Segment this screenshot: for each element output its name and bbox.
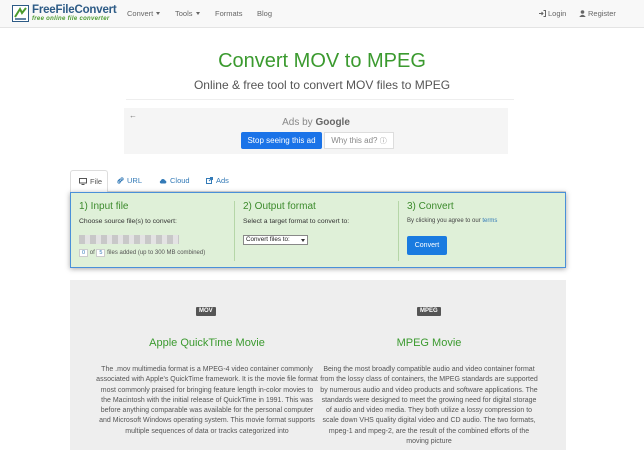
source-format-description: The .mov multimedia format is a MPEG-4 v… — [96, 366, 318, 435]
why-this-ad-button[interactable]: Why this ad? ⓘ — [324, 132, 394, 149]
step-input-text: Choose source file(s) to convert: — [79, 218, 177, 225]
step-divider — [234, 201, 235, 261]
nav-blog[interactable]: Blog — [257, 9, 272, 18]
info-icon: ⓘ — [379, 138, 387, 145]
files-added-status: 0 of 5 files added (up to 300 MB combine… — [79, 249, 205, 257]
source-format-title: Apple QuickTime Movie — [149, 337, 265, 349]
file-input[interactable] — [79, 235, 179, 244]
nav-login[interactable]: Login — [539, 9, 566, 18]
nav-tools[interactable]: Tools — [175, 9, 200, 18]
files-added-text: files added (up to 300 MB combined) — [107, 250, 206, 256]
formats-section: MOV Apple QuickTime Movie The .mov multi… — [70, 280, 566, 450]
step-input-title: 1) Input file — [79, 201, 129, 212]
logo-subtitle: free online file converter — [32, 16, 110, 22]
monitor-icon — [79, 178, 87, 185]
user-icon — [579, 10, 586, 17]
external-link-icon — [206, 177, 213, 184]
ads-by-google: Ads by Google — [124, 117, 508, 128]
tab-file[interactable]: File — [70, 170, 108, 193]
navbar: FreeFileConvert free online file convert… — [0, 0, 644, 28]
logo[interactable]: FreeFileConvert free online file convert… — [12, 4, 127, 24]
logo-icon — [12, 5, 29, 22]
divider — [126, 99, 514, 100]
step-output-text: Select a target format to convert to: — [243, 218, 350, 225]
cloud-icon — [159, 178, 167, 184]
files-of: of — [89, 250, 95, 256]
link-icon — [117, 177, 124, 184]
step-convert-title: 3) Convert — [407, 201, 454, 212]
step-output: 2) Output format Select a target format … — [243, 201, 393, 263]
ads-by-label: Ads by — [282, 117, 313, 128]
chevron-down-icon — [301, 239, 305, 242]
converter-panel: 1) Input file Choose source file(s) to c… — [70, 192, 566, 268]
files-count: 0 — [79, 249, 89, 257]
nav-register[interactable]: Register — [579, 9, 616, 18]
tab-cloud-label: Cloud — [170, 176, 190, 185]
ad-banner: ← Ads by Google Stop seeing this ad Why … — [124, 108, 508, 154]
why-this-ad-label: Why this ad? — [331, 136, 378, 145]
target-format-badge: MPEG — [417, 307, 441, 316]
step-output-title: 2) Output format — [243, 201, 316, 212]
convert-button[interactable]: Convert — [407, 236, 447, 255]
page-title: Convert MOV to MPEG — [218, 50, 426, 72]
target-format-title: MPEG Movie — [396, 337, 462, 349]
chevron-down-icon — [156, 12, 161, 15]
google-label: Google — [315, 117, 350, 128]
agree-text: By clicking you agree to our terms — [407, 218, 557, 224]
tab-cloud[interactable]: Cloud — [159, 170, 190, 192]
step-divider — [398, 201, 399, 261]
terms-link[interactable]: terms — [482, 218, 497, 224]
nav-tools-label: Tools — [175, 9, 193, 18]
output-format-select[interactable]: Convert files to: — [243, 235, 308, 245]
logo-title: FreeFileConvert — [32, 4, 117, 16]
tab-url-label: URL — [127, 176, 143, 185]
nav-convert[interactable]: Convert — [127, 9, 161, 18]
stop-seeing-ad-button[interactable]: Stop seeing this ad — [241, 132, 322, 149]
tab-url[interactable]: URL — [117, 170, 142, 192]
step-input: 1) Input file Choose source file(s) to c… — [79, 201, 229, 263]
nav-register-label: Register — [588, 9, 616, 18]
page-subtitle: Online & free tool to convert MOV files … — [193, 78, 451, 92]
tab-file-label: File — [90, 177, 103, 186]
files-max: 5 — [96, 249, 106, 257]
agree-label: By clicking you agree to our — [407, 218, 481, 224]
input-tabs: File URL Cloud Ads — [70, 170, 566, 193]
step-convert: 3) Convert By clicking you agree to our … — [407, 201, 557, 263]
tab-ads-label: Ads — [216, 176, 229, 185]
output-format-value: Convert files to: — [246, 236, 290, 243]
nav-login-label: Login — [548, 9, 567, 18]
nav-formats[interactable]: Formats — [215, 9, 243, 18]
nav-convert-label: Convert — [127, 9, 154, 18]
login-icon — [539, 10, 546, 17]
tab-ads[interactable]: Ads — [206, 170, 229, 192]
target-format-description: Being the most broadly compatible audio … — [320, 366, 538, 446]
source-format-badge: MOV — [196, 307, 216, 316]
chevron-down-icon — [195, 12, 200, 15]
